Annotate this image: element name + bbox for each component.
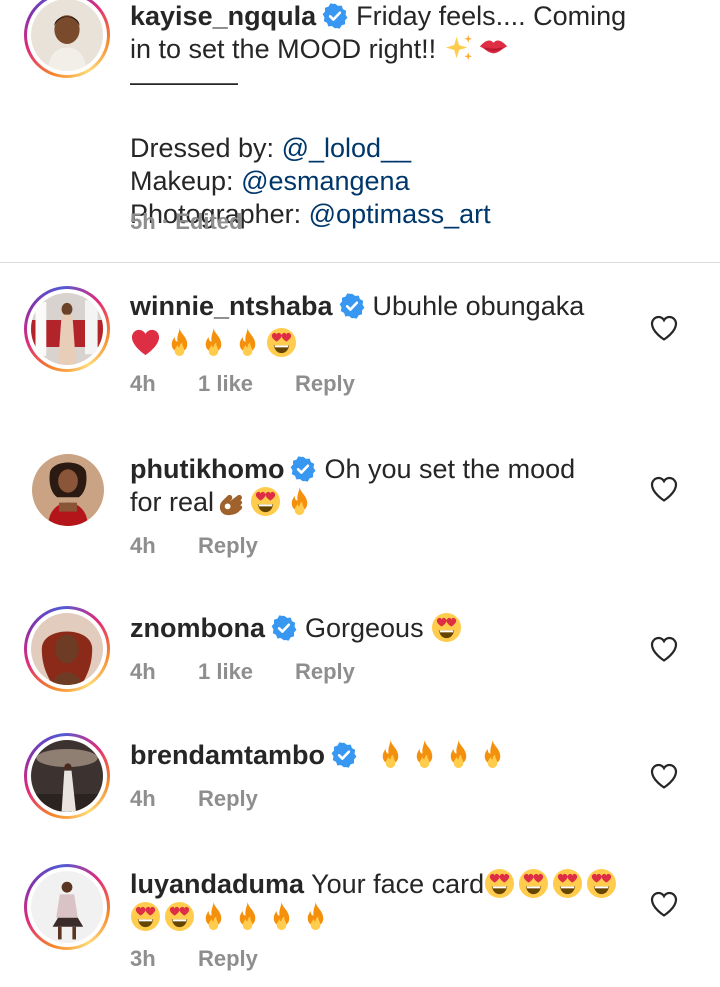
heart-eyes-emoji bbox=[484, 868, 515, 899]
comment-body: Your face card bbox=[311, 869, 485, 899]
fire-emoji bbox=[232, 327, 263, 358]
reply-button[interactable]: Reply bbox=[198, 946, 258, 972]
comment-username[interactable]: luyandaduma bbox=[130, 869, 304, 899]
profile-photo bbox=[31, 293, 103, 365]
verified-badge-icon bbox=[339, 293, 365, 319]
fire-emoji bbox=[443, 739, 474, 770]
profile-photo bbox=[31, 871, 103, 943]
comment-text: brendamtambo bbox=[130, 739, 640, 772]
ok-hand-emoji bbox=[216, 486, 247, 517]
caption-username[interactable]: kayise_ngqula bbox=[130, 1, 316, 31]
caption-text: kayise_ngqula Friday feels.... Coming in … bbox=[130, 0, 640, 231]
comment-time: 3h bbox=[130, 946, 156, 971]
reply-button[interactable]: Reply bbox=[295, 659, 355, 685]
like-heart-icon[interactable] bbox=[650, 891, 678, 917]
fire-emoji bbox=[375, 739, 406, 770]
avatar-brendamtambo[interactable] bbox=[24, 733, 110, 819]
fire-emoji bbox=[266, 901, 297, 932]
red-heart-emoji bbox=[130, 327, 161, 358]
comment-time: 4h bbox=[130, 371, 156, 396]
like-heart-icon[interactable] bbox=[650, 476, 678, 502]
profile-photo bbox=[31, 0, 103, 71]
caption-line-2: in to set the MOOD right!! bbox=[130, 34, 437, 64]
caption-meta: 5h · Edited bbox=[130, 209, 242, 235]
comment-text: phutikhomo Oh you set the mood for real bbox=[130, 453, 640, 519]
fire-emoji bbox=[284, 486, 315, 517]
caption-separator: ———— bbox=[130, 67, 238, 97]
avatar-luyandaduma[interactable] bbox=[24, 864, 110, 950]
comment-text: winnie_ntshaba Ubuhle obungaka bbox=[130, 290, 640, 360]
verified-badge-icon bbox=[322, 3, 348, 29]
comment-username[interactable]: brendamtambo bbox=[130, 740, 325, 770]
profile-photo bbox=[32, 454, 104, 526]
fire-emoji bbox=[477, 739, 508, 770]
like-heart-icon[interactable] bbox=[650, 636, 678, 662]
heart-eyes-emoji bbox=[552, 868, 583, 899]
comment-username[interactable]: winnie_ntshaba bbox=[130, 291, 333, 321]
comment-likes[interactable]: 1 like bbox=[198, 371, 295, 397]
comment-username[interactable]: znombona bbox=[130, 613, 265, 643]
avatar-phutikhomo[interactable] bbox=[32, 454, 104, 526]
comment-text: znombona Gorgeous bbox=[130, 612, 640, 645]
heart-eyes-emoji bbox=[518, 868, 549, 899]
comment-body: Ubuhle obungaka bbox=[372, 291, 585, 321]
comment-meta: 4h Reply bbox=[130, 533, 258, 559]
fire-emoji bbox=[232, 901, 263, 932]
sparkles-emoji bbox=[444, 33, 475, 64]
heart-eyes-emoji bbox=[266, 327, 297, 358]
comment-body: Oh you set the mood bbox=[324, 454, 576, 484]
comment-meta: 4h Reply bbox=[130, 786, 258, 812]
heart-eyes-emoji bbox=[130, 901, 161, 932]
heart-eyes-emoji bbox=[431, 612, 462, 643]
reply-button[interactable]: Reply bbox=[295, 371, 355, 397]
heart-eyes-emoji bbox=[164, 901, 195, 932]
comment-meta: 3h Reply bbox=[130, 946, 258, 972]
comment-text: luyandaduma Your face card bbox=[130, 868, 640, 934]
fire-emoji bbox=[198, 901, 229, 932]
fire-emoji bbox=[164, 327, 195, 358]
fire-emoji bbox=[409, 739, 440, 770]
caption-divider bbox=[0, 262, 720, 263]
mention-optimass[interactable]: @optimass_art bbox=[309, 199, 491, 229]
avatar-winnie[interactable] bbox=[24, 286, 110, 372]
verified-badge-icon bbox=[271, 615, 297, 641]
profile-photo bbox=[31, 613, 103, 685]
comment-time: 4h bbox=[130, 533, 156, 558]
comment-time: 4h bbox=[130, 659, 156, 684]
makeup-label: Makeup: bbox=[130, 166, 234, 196]
reply-button[interactable]: Reply bbox=[198, 533, 258, 559]
dressed-label: Dressed by: bbox=[130, 133, 275, 163]
profile-photo bbox=[31, 740, 103, 812]
fire-emoji bbox=[198, 327, 229, 358]
reply-button[interactable]: Reply bbox=[198, 786, 258, 812]
comment-time: 4h bbox=[130, 786, 156, 811]
comment-body-line2: for real bbox=[130, 487, 215, 517]
verified-badge-icon bbox=[290, 456, 316, 482]
kiss-mark-emoji bbox=[478, 33, 509, 64]
comment-likes[interactable]: 1 like bbox=[198, 659, 295, 685]
heart-eyes-emoji bbox=[250, 486, 281, 517]
comment-username[interactable]: phutikhomo bbox=[130, 454, 284, 484]
comment-body: Gorgeous bbox=[305, 613, 424, 643]
avatar-znombona[interactable] bbox=[24, 606, 110, 692]
comment-meta: 4h 1 like Reply bbox=[130, 659, 355, 685]
caption-time-edited: 5h · Edited bbox=[130, 209, 243, 234]
avatar-kayise[interactable] bbox=[24, 0, 110, 78]
caption-line-1: Friday feels.... Coming bbox=[356, 1, 627, 31]
like-heart-icon[interactable] bbox=[650, 763, 678, 789]
verified-badge-icon bbox=[331, 742, 357, 768]
mention-esmangena[interactable]: @esmangena bbox=[241, 166, 410, 196]
comment-meta: 4h 1 like Reply bbox=[130, 371, 355, 397]
fire-emoji bbox=[300, 901, 331, 932]
mention-lolod[interactable]: @_lolod__ bbox=[282, 133, 412, 163]
like-heart-icon[interactable] bbox=[650, 315, 678, 341]
heart-eyes-emoji bbox=[586, 868, 617, 899]
